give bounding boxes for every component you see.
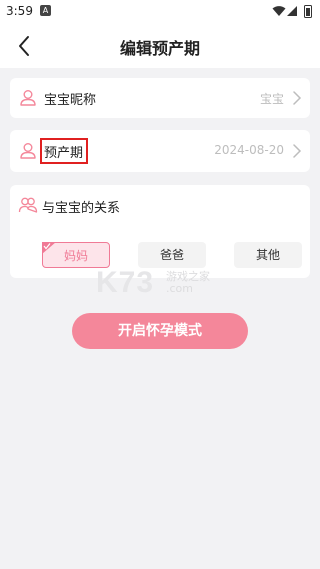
nickname-label: 宝宝昵称 <box>44 93 97 108</box>
watermark-brand: K73 <box>96 266 155 299</box>
status-bar: 3:59 A <box>0 0 320 24</box>
page-title: 编辑预产期 <box>119 39 200 58</box>
chevron-right-icon <box>293 144 302 158</box>
person-icon <box>20 143 36 159</box>
watermark-logo: K73 游戏之家 .com <box>96 266 236 300</box>
option-other-label: 其他 <box>255 248 280 262</box>
notification-icon: A <box>40 5 51 16</box>
person-icon <box>20 90 36 106</box>
option-father[interactable]: 爸爸 <box>138 242 206 268</box>
relationship-card: 与宝宝的关系 妈妈 爸爸 其他 <box>10 185 310 278</box>
chevron-right-icon <box>293 91 302 105</box>
nickname-value: 宝宝 <box>259 92 284 106</box>
highlight-box <box>40 138 88 164</box>
option-father-label: 爸爸 <box>159 248 184 262</box>
group-icon <box>18 197 38 213</box>
option-other[interactable]: 其他 <box>234 242 302 268</box>
option-mother[interactable]: 妈妈 <box>42 242 110 268</box>
signal-icon <box>287 6 297 16</box>
nickname-row[interactable]: 宝宝昵称 宝宝 <box>10 78 310 118</box>
due-date-value: 2024-08-20 <box>214 143 284 157</box>
wifi-icon <box>272 6 286 16</box>
battery-icon <box>304 5 312 18</box>
relationship-options: 妈妈 爸爸 其他 <box>10 242 310 268</box>
check-icon <box>42 242 56 254</box>
start-pregnancy-mode-button[interactable]: 开启怀孕模式 <box>72 313 248 349</box>
status-time: 3:59 <box>6 4 33 18</box>
watermark-domain: .com <box>166 282 193 295</box>
option-mother-label: 妈妈 <box>63 249 88 263</box>
nav-bar: 编辑预产期 <box>0 24 320 68</box>
relationship-label: 与宝宝的关系 <box>42 201 121 216</box>
